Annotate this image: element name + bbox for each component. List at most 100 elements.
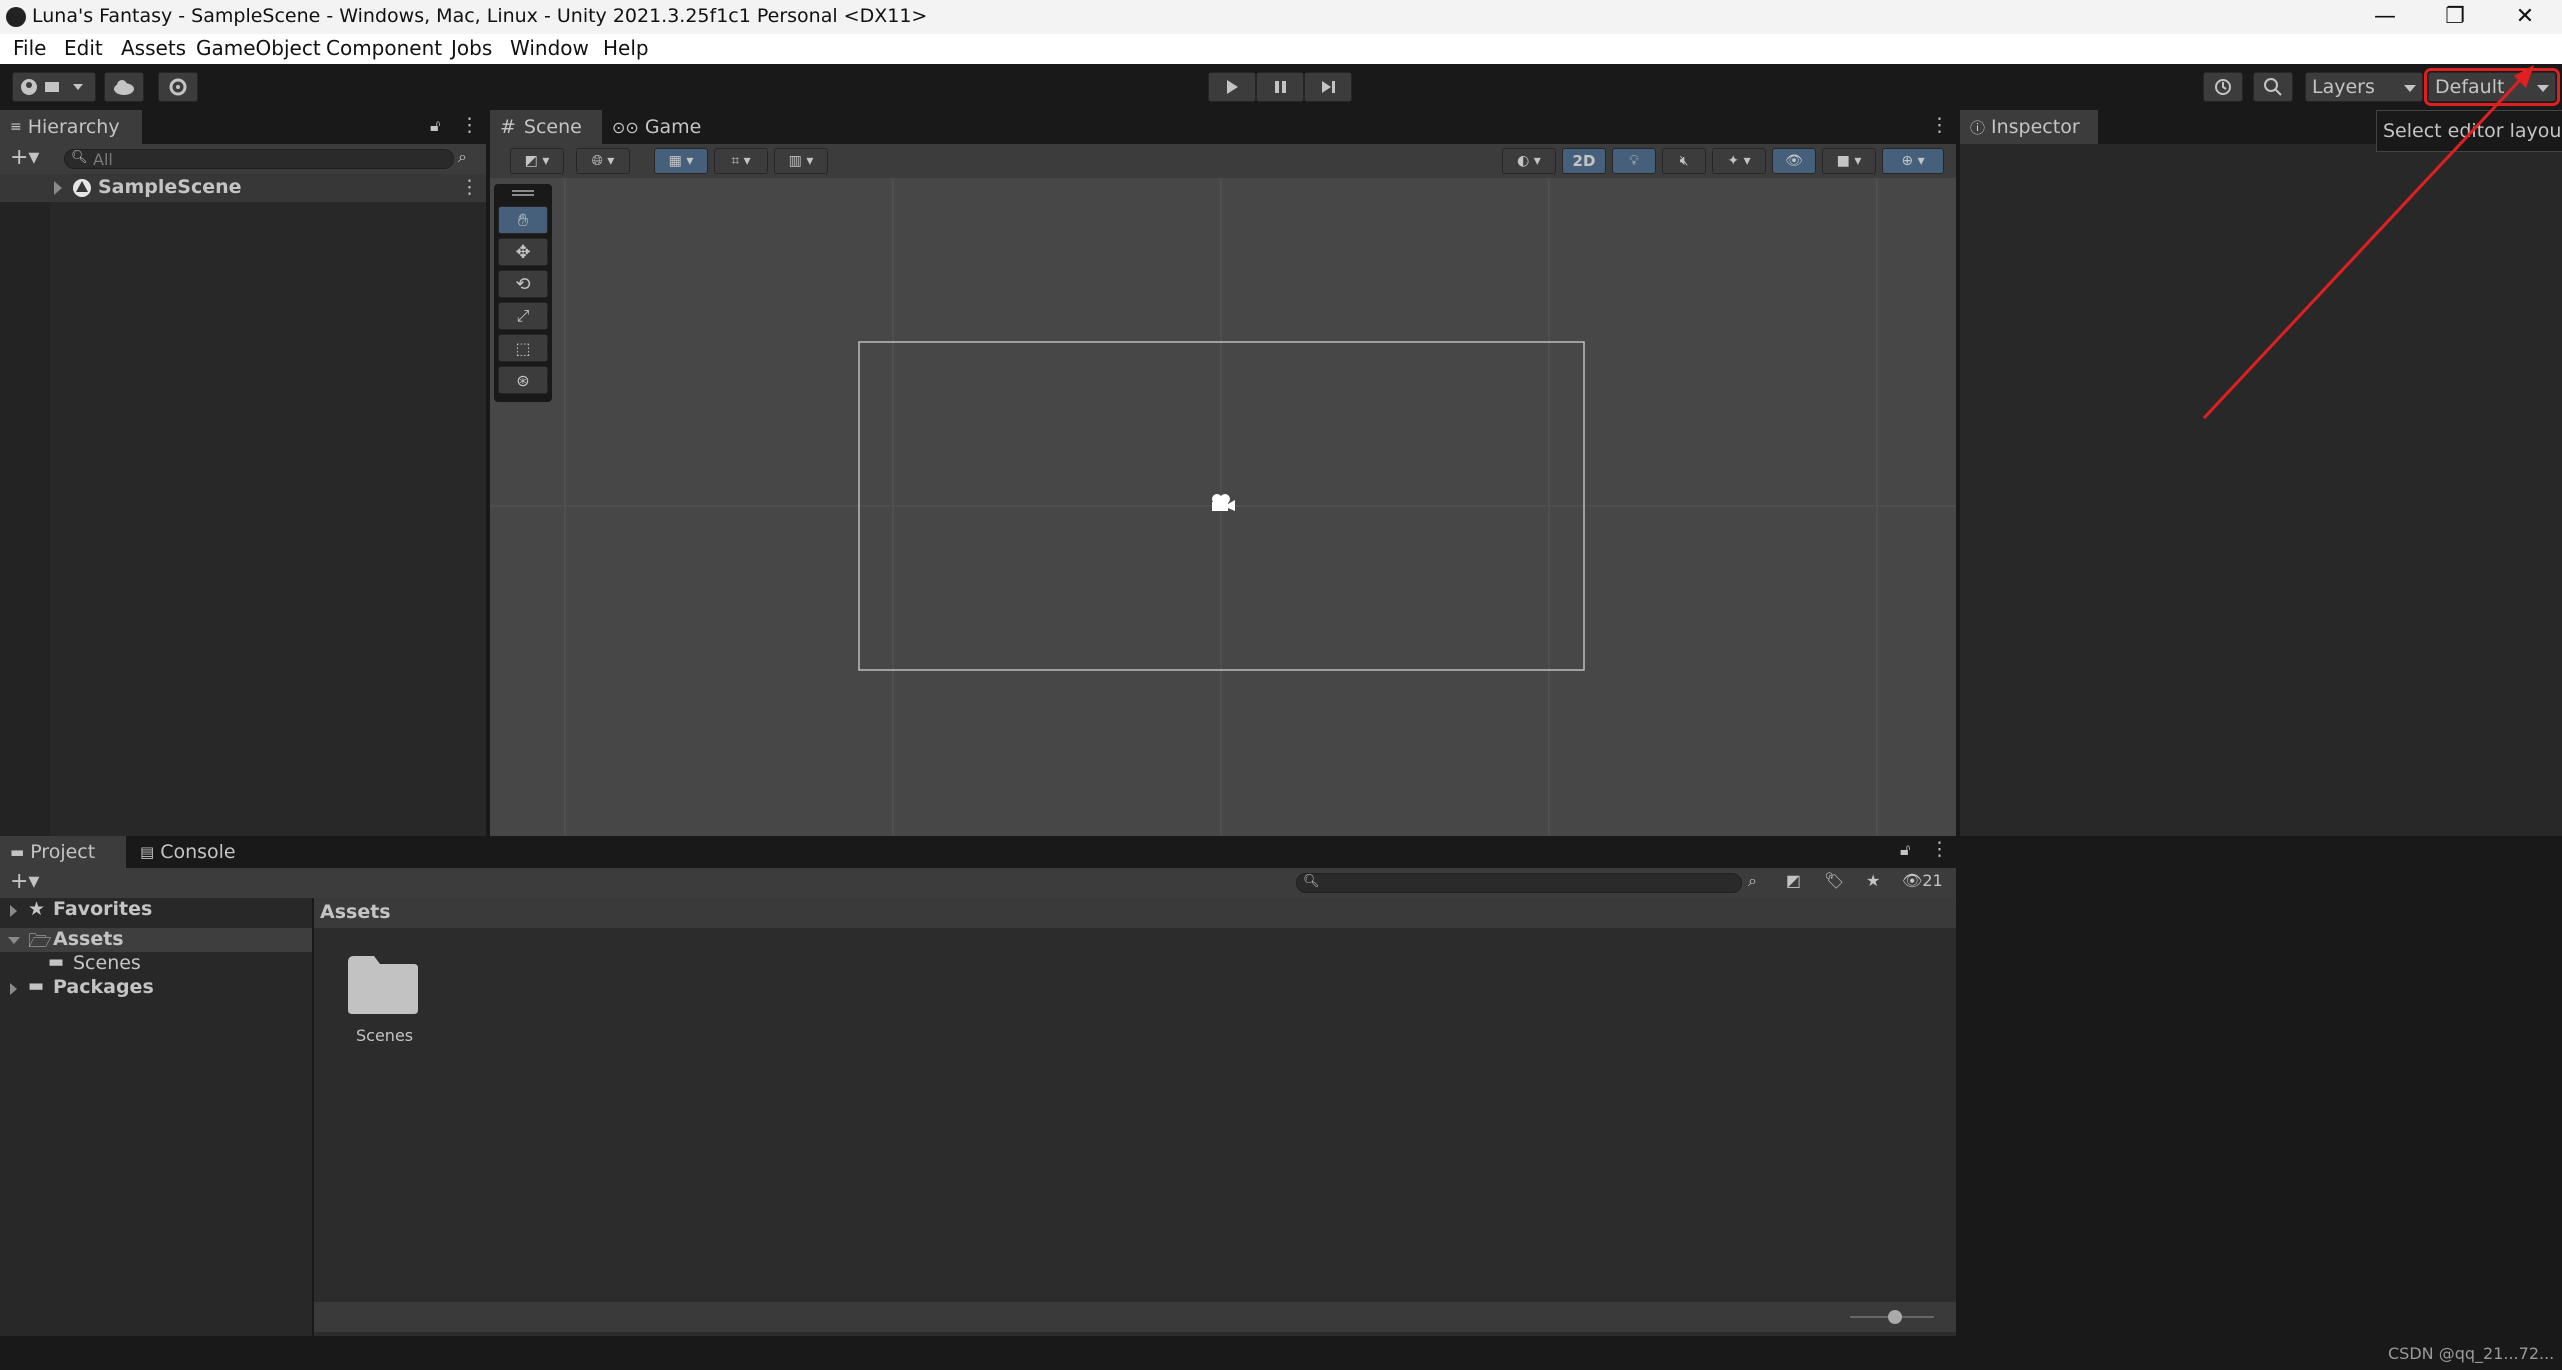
expand-arrow-icon[interactable]	[10, 905, 17, 917]
collapse-arrow-icon[interactable]	[8, 937, 20, 944]
tab-scene[interactable]: # Scene	[490, 110, 602, 144]
eye-slash-icon: 👁︎	[1785, 153, 1803, 169]
scene-toolbar: ◩ ▾ 🌐︎ ▾ ▦ ▾ ⌗ ▾ ▥ ▾ ◐ ▾ 2D 💡︎ 🔇︎ ✦ ▾ 👁︎…	[490, 144, 1956, 178]
tab-project[interactable]: ▬ Project	[0, 836, 126, 868]
scene-name: SampleScene	[98, 176, 242, 198]
search-icon: 🔍︎	[71, 150, 88, 165]
restore-button[interactable]: ❐	[2420, 0, 2490, 34]
tree-item-scenes[interactable]: ▬ Scenes	[0, 952, 312, 976]
lock-icon[interactable]: 🔓︎	[430, 116, 440, 136]
rotate-tool-button[interactable]: ⟲	[498, 270, 548, 298]
lighting-toggle[interactable]: 💡︎	[1612, 148, 1656, 174]
filter-by-label-icon[interactable]: 🏷︎	[1824, 871, 1844, 890]
cloud-button[interactable]	[104, 72, 144, 102]
kebab-menu-icon[interactable]: ⋮	[460, 114, 479, 136]
tree-item-favorites[interactable]: ★ Favorites	[0, 898, 312, 924]
status-bar: CSDN @qq_21...72...	[0, 1336, 2562, 1370]
menu-help[interactable]: Help	[603, 36, 649, 60]
menu-file[interactable]: File	[13, 36, 46, 60]
draw-mode-dropdown[interactable]: ◩ ▾	[510, 148, 564, 174]
lock-icon[interactable]: 🔓︎	[1900, 840, 1910, 860]
menu-gameobject[interactable]: GameObject	[196, 36, 321, 60]
scale-tool-button[interactable]: ⤢	[498, 302, 548, 330]
create-plus-icon[interactable]: +▾	[10, 869, 39, 894]
increment-snapping-dropdown[interactable]: ⌗ ▾	[714, 148, 768, 174]
tree-item-packages[interactable]: ▬ Packages	[0, 976, 312, 1002]
star-icon: ★	[28, 898, 46, 920]
menu-component[interactable]: Component	[326, 36, 442, 60]
hierarchy-row-samplescene[interactable]: SampleScene ⋮	[0, 174, 486, 202]
expand-arrow-icon[interactable]	[54, 181, 62, 195]
tree-favorites-label: Favorites	[53, 898, 153, 920]
effects-dropdown[interactable]: ✦ ▾	[1712, 148, 1766, 174]
tree-item-assets[interactable]: 🗁︎ Assets	[0, 928, 312, 952]
pause-button[interactable]	[1256, 72, 1304, 102]
tab-hierarchy[interactable]: ≡ Hierarchy	[0, 110, 142, 144]
create-plus-icon[interactable]: +▾	[10, 145, 39, 170]
hidden-objects-toggle[interactable]: 👁︎	[1772, 148, 1816, 174]
folder-icon	[348, 956, 418, 1014]
tab-console[interactable]: ▤ Console	[130, 836, 250, 868]
step-button[interactable]	[1304, 72, 1352, 102]
camera-dropdown[interactable]: ■ ▾	[1822, 148, 1876, 174]
rect-tool-button[interactable]: ⬚	[498, 334, 548, 362]
menu-jobs[interactable]: Jobs	[451, 36, 492, 60]
hand-tool-button[interactable]: ✋︎	[498, 206, 548, 234]
menu-edit[interactable]: Edit	[64, 36, 103, 60]
favorite-star-icon[interactable]: ★	[1866, 871, 1880, 890]
effects-icon: ✦ ▾	[1727, 153, 1751, 169]
tab-scene-label: Scene	[523, 116, 582, 138]
play-button[interactable]	[1208, 72, 1256, 102]
unity-scene-icon	[73, 179, 91, 197]
console-icon: ▤	[140, 843, 155, 861]
audio-toggle[interactable]: 🔇︎	[1662, 148, 1706, 174]
scene-viewport[interactable]: ✋︎ ✥ ⟲ ⤢ ⬚ ⊛	[490, 178, 1956, 836]
filter-by-type-icon[interactable]: ◩	[1786, 871, 1801, 890]
hidden-packages-toggle[interactable]: 👁︎21	[1902, 871, 1943, 890]
toggle-2d-button[interactable]: 2D	[1562, 148, 1606, 174]
tab-inspector[interactable]: ⓘ Inspector	[1960, 110, 2098, 144]
kebab-menu-icon[interactable]: ⋮	[460, 176, 479, 198]
eye-slash-icon: 👁︎	[1902, 871, 1923, 890]
menu-bar: File Edit Assets GameObject Component Jo…	[0, 34, 2562, 64]
transform-tool-button[interactable]: ⊛	[498, 366, 548, 394]
zoom-slider-thumb[interactable]	[1888, 1310, 1902, 1324]
expand-arrow-icon[interactable]	[10, 983, 17, 995]
hierarchy-tabstrip: ≡ Hierarchy 🔓︎ ⋮	[0, 110, 486, 144]
gamepad-icon: ⊙⊙	[612, 117, 639, 137]
breadcrumb-assets[interactable]: Assets	[320, 901, 391, 923]
account-dropdown[interactable]	[12, 72, 96, 102]
collab-settings-button[interactable]	[158, 72, 198, 102]
menu-assets[interactable]: Assets	[121, 36, 186, 60]
search-options-icon[interactable]: ⌕	[1748, 871, 1757, 891]
gizmos-dropdown[interactable]: ⊕ ▾	[1882, 148, 1944, 174]
camera-gizmo-icon[interactable]	[1208, 493, 1236, 515]
global-dropdown[interactable]: 🌐︎ ▾	[576, 148, 630, 174]
grid-snapping-toggle[interactable]: ▦ ▾	[654, 148, 708, 174]
window-title: Luna's Fantasy - SampleScene - Windows, …	[32, 5, 928, 27]
shading-mode-dropdown[interactable]: ◐ ▾	[1502, 148, 1556, 174]
asset-item-scenes[interactable]: Scenes	[314, 928, 434, 1058]
drag-handle-icon[interactable]	[512, 190, 534, 192]
scene-tabstrip: # Scene ⊙⊙ Game ⋮	[490, 110, 1956, 144]
hierarchy-gutter	[0, 202, 50, 836]
project-footer	[314, 1302, 1956, 1332]
kebab-menu-icon[interactable]: ⋮	[1930, 114, 1949, 136]
move-tool-button[interactable]: ✥	[498, 238, 548, 266]
grid-visibility-dropdown[interactable]: ▥ ▾	[774, 148, 828, 174]
minimize-button[interactable]: —	[2350, 0, 2420, 34]
close-window-button[interactable]: ✕	[2490, 0, 2560, 34]
search-options-icon[interactable]: ⌕	[458, 147, 467, 167]
shading-icon: ◩ ▾	[524, 153, 550, 169]
kebab-menu-icon[interactable]: ⋮	[1930, 838, 1949, 860]
menu-window[interactable]: Window	[510, 36, 589, 60]
tab-game[interactable]: ⊙⊙ Game	[602, 110, 702, 144]
project-search-input[interactable]: 🔍︎	[1296, 873, 1742, 893]
lightbulb-icon: 💡︎	[1629, 153, 1639, 169]
breadcrumb: Assets	[314, 898, 1956, 928]
info-icon: ⓘ	[1970, 118, 1986, 137]
globe-icon: 🌐︎ ▾	[591, 153, 615, 169]
list-icon: ≡	[10, 119, 22, 135]
rotate-icon: ⟲	[515, 273, 531, 295]
hierarchy-search-input[interactable]: 🔍︎ All	[64, 149, 454, 169]
